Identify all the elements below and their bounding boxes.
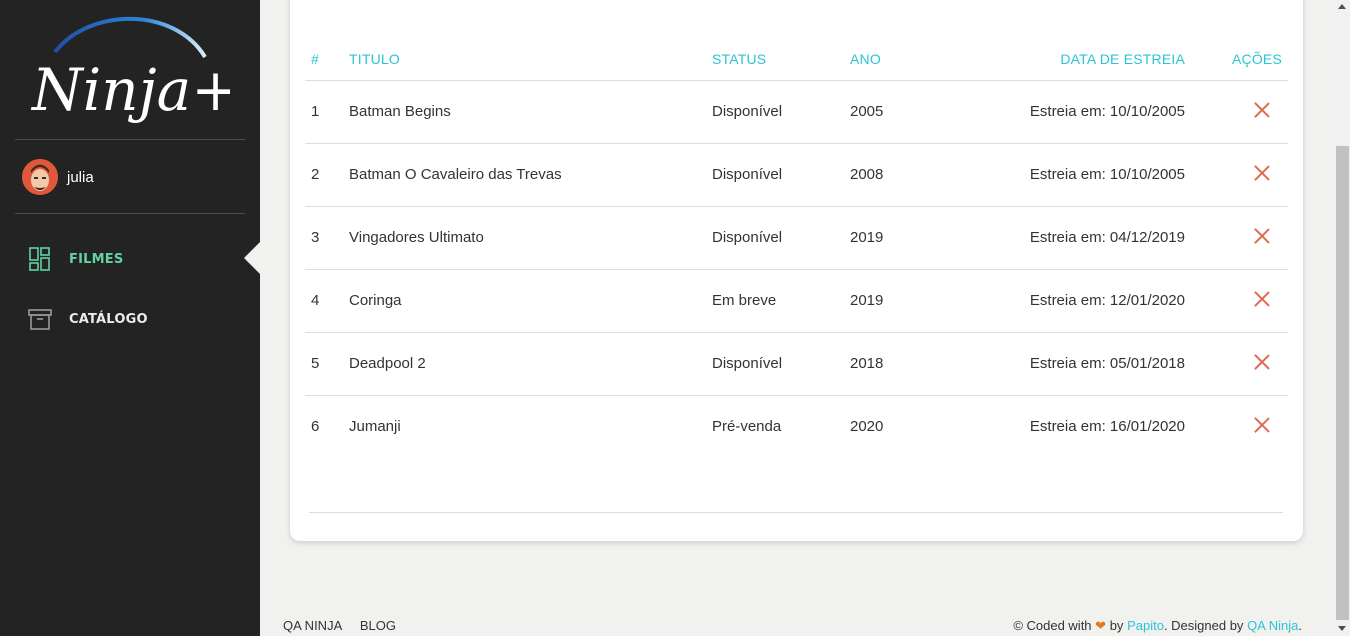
row-status: Pré-venda [712,418,782,436]
row-title: Jumanji [349,418,401,436]
row-release-date: Estreia em: 16/01/2020 [1029,418,1185,436]
scrollbar-thumb[interactable] [1336,146,1349,620]
header-year: ANO [850,38,990,81]
row-status: Disponível [712,332,850,396]
row-title: Batman O Cavaleiro das Trevas [349,143,712,207]
delete-icon[interactable] [1254,102,1270,118]
footer-links: QA NINJA BLOG [283,618,410,633]
active-item-indicator [244,242,260,274]
header-number: # [305,38,349,81]
table-row: 2 Batman O Cavaleiro das Trevas Disponív… [305,143,1288,207]
movies-table: # TITULO STATUS ANO DATA DE ESTREIA AÇÕE… [305,38,1288,458]
table-row: 1 Batman Begins Disponível 2005 Estreia … [305,80,1288,144]
scroll-down-arrow-icon[interactable] [1338,626,1346,631]
table-header-row: # TITULO STATUS ANO DATA DE ESTREIA AÇÕE… [305,38,1288,81]
footer-link-blog[interactable]: BLOG [360,618,396,633]
designer-link[interactable]: QA Ninja [1247,618,1298,633]
delete-icon[interactable] [1254,228,1270,244]
heart-icon: ❤ [1095,618,1107,633]
user-profile[interactable]: julia [22,159,94,195]
row-number: 2 [305,143,349,207]
row-year: 2019 [850,206,990,270]
header-title: TITULO [349,38,712,81]
row-title: Coringa [349,269,712,333]
row-status: Disponível [712,80,850,144]
row-release-date: Estreia em: 05/01/2018 [990,332,1185,396]
header-actions: AÇÕES [1185,38,1288,81]
row-actions [1185,206,1288,270]
row-actions [1185,395,1288,458]
row-release-date: Estreia em: 12/01/2020 [990,269,1185,333]
author-link[interactable]: Papito [1127,618,1164,633]
row-status: Disponível [712,143,850,207]
row-year: 2020 [850,418,884,436]
delete-icon[interactable] [1254,417,1270,433]
delete-icon[interactable] [1254,354,1270,370]
credit-prefix: © Coded with [1013,618,1092,633]
row-year: 2008 [850,143,990,207]
logo-text: Ninja+ [30,56,230,124]
sidebar: Ninja+ julia FILMES CATÁLOGO [0,0,260,636]
credit-designed-by: . Designed by [1163,618,1244,633]
footer: QA NINJA BLOG © Coded with ❤ by Papito. … [260,612,1335,636]
header-release-date: DATA DE ESTREIA [990,38,1185,81]
row-number: 3 [305,206,349,270]
sidebar-item-label: CATÁLOGO [69,311,148,327]
row-actions [1185,80,1288,144]
row-number: 4 [305,269,349,333]
row-release-date: Estreia em: 10/10/2005 [990,143,1185,207]
avatar [22,159,58,195]
credit-by: by [1109,618,1124,633]
dashboard-icon [29,247,50,271]
row-status: Em breve [712,269,850,333]
delete-icon[interactable] [1254,291,1270,307]
row-actions [1185,143,1288,207]
row-actions [1185,269,1288,333]
header-status: STATUS [712,38,850,81]
sidebar-divider [15,213,245,214]
row-status: Disponível [712,206,850,270]
ninja-plus-logo[interactable]: Ninja+ [30,12,230,130]
row-actions [1185,332,1288,396]
table-row: 3 Vingadores Ultimato Disponível 2019 Es… [305,206,1288,270]
delete-icon[interactable] [1254,165,1270,181]
user-name: julia [67,168,94,186]
row-number: 5 [305,332,349,396]
scroll-up-arrow-icon[interactable] [1338,4,1346,9]
footer-link-qa-ninja[interactable]: QA NINJA [283,618,342,633]
table-row: 5 Deadpool 2 Disponível 2018 Estreia em:… [305,332,1288,396]
sidebar-item-label: FILMES [69,251,124,267]
table-row: 4 Coringa Em breve 2019 Estreia em: 12/0… [305,269,1288,333]
credit-end: . [1298,618,1302,633]
row-release-date: Estreia em: 10/10/2005 [990,80,1185,144]
sidebar-item-filmes[interactable]: FILMES [28,244,123,274]
row-title: Vingadores Ultimato [349,206,712,270]
row-year: 2005 [850,80,990,144]
row-number: 6 [311,418,320,436]
table-row: 6 Jumanji Pré-venda 2020 Estreia em: 16/… [305,395,1288,458]
row-year: 2019 [850,269,990,333]
row-number: 1 [305,80,349,144]
archive-box-icon [28,309,52,330]
row-year: 2018 [850,332,990,396]
sidebar-divider [15,139,245,140]
row-release-date: Estreia em: 04/12/2019 [990,206,1185,270]
footer-credit: © Coded with ❤ by Papito. Designed by QA… [1013,618,1302,634]
row-title: Batman Begins [349,80,712,144]
row-title: Deadpool 2 [349,332,712,396]
avatar-face-icon [22,159,58,195]
card-divider [309,512,1283,513]
sidebar-item-catalogo[interactable]: CATÁLOGO [28,304,148,334]
